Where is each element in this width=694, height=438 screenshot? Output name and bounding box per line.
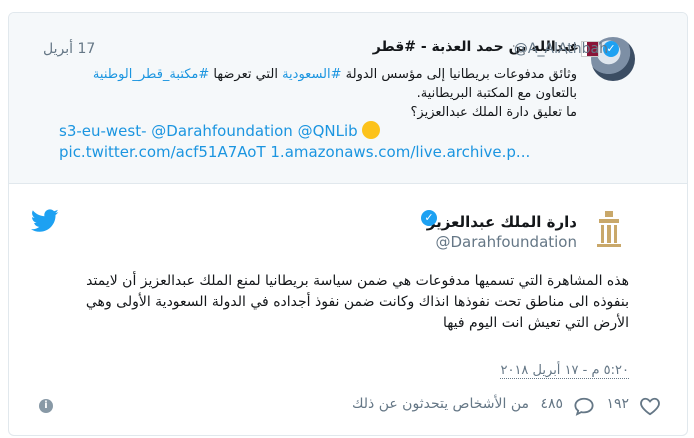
quoted-tweet-header: عبدالله بن حمد العذبة - #قطر ✓ @A_AlAthb…: [9, 39, 687, 61]
quoted-text-line: بالتعاون مع المكتبة البريطانية.: [416, 86, 577, 101]
quoted-tweet-date[interactable]: 17 أبريل: [43, 41, 95, 57]
heart-icon: [640, 397, 660, 416]
quoted-link-line[interactable]: pic.twitter.com/acf51A7AoT 1.amazonaws.c…: [59, 143, 579, 161]
likes-count[interactable]: ١٩٢: [606, 396, 629, 412]
quoted-tweet-text: وثائق مدفوعات بريطانيا إلى مؤسس الدولة #…: [57, 65, 577, 122]
mentions-links[interactable]: s3-eu-west- @Darahfoundation @QNLib: [59, 122, 358, 140]
quoted-text-question: ما تعليق دارة الملك عبدالعزيز؟: [410, 105, 577, 120]
quoted-text-segment: التي تعرضها: [209, 67, 283, 82]
reply-bubble-icon: [574, 397, 594, 416]
like-action[interactable]: [639, 396, 661, 416]
thinking-face-emoji-icon: [361, 121, 380, 139]
hashtag-saudi-link[interactable]: #السعودية: [282, 67, 341, 82]
main-author-name[interactable]: دارة الملك عبدالعزيز: [427, 213, 577, 231]
info-icon[interactable]: i: [39, 399, 53, 413]
quoted-text-segment: وثائق مدفوعات بريطانيا إلى مؤسس الدولة: [341, 67, 577, 82]
main-author-handle[interactable]: @Darahfoundation: [435, 233, 577, 251]
hashtag-library-link[interactable]: #مكتبة_قطر_الوطنية: [93, 67, 209, 82]
twitter-bird-icon[interactable]: [31, 209, 59, 233]
main-tweet-text: هذه المشاهرة التي تسميها مدفوعات هي ضمن …: [85, 273, 629, 331]
verified-badge-icon: ✓: [421, 210, 437, 226]
people-talking-text[interactable]: من الأشخاص يتحدثون عن ذلك: [352, 396, 529, 412]
reply-action[interactable]: [573, 396, 595, 416]
tweet-timestamp-link[interactable]: ٥:٢٠ م - ١٧ أبريل ٢٠١٨: [500, 363, 629, 379]
embedded-tweet-card: عبدالله بن حمد العذبة - #قطر ✓ @A_AlAthb…: [8, 12, 688, 436]
quoted-mentions-line: s3-eu-west- @Darahfoundation @QNLib: [59, 121, 579, 140]
darah-logo-avatar[interactable]: [591, 209, 627, 249]
quoted-tweet[interactable]: عبدالله بن حمد العذبة - #قطر ✓ @A_AlAthb…: [9, 13, 687, 184]
replies-count[interactable]: ٤٨٥: [540, 396, 563, 412]
quoted-author-handle[interactable]: @A_AlAthbah: [514, 41, 608, 57]
